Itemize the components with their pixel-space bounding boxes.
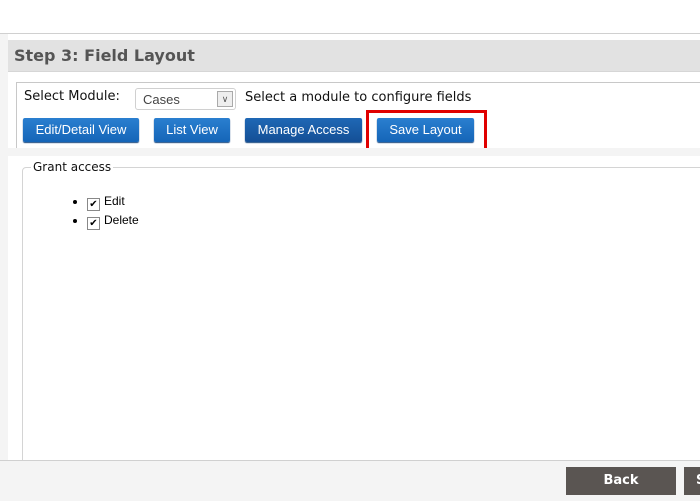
select-module-label: Select Module: (24, 89, 120, 104)
footer-bar: Back S (0, 460, 700, 501)
delete-checkbox[interactable]: ✔ (87, 217, 100, 230)
page-title: Step 3: Field Layout (14, 46, 195, 65)
step-header: Step 3: Field Layout (8, 40, 700, 72)
edit-label: Edit (104, 194, 125, 208)
module-select[interactable]: Cases ∨ (135, 88, 236, 110)
manage-access-button[interactable]: Manage Access (245, 118, 362, 142)
back-button[interactable]: Back (566, 467, 676, 495)
edit-checkbox[interactable]: ✔ (87, 198, 100, 211)
chevron-down-icon[interactable]: ∨ (217, 91, 233, 107)
side-gutter (0, 34, 8, 460)
list-item: ✔ Delete (87, 211, 139, 230)
panel-gap (8, 148, 700, 156)
grant-access-legend: Grant access (33, 160, 112, 174)
list-view-button[interactable]: List View (154, 118, 230, 142)
top-divider (0, 33, 700, 34)
access-list: ✔ Edit ✔ Delete (87, 192, 139, 230)
module-select-value: Cases (143, 92, 180, 107)
module-hint: Select a module to configure fields (245, 90, 472, 105)
edit-detail-view-button[interactable]: Edit/Detail View (23, 118, 139, 142)
delete-label: Delete (104, 213, 139, 227)
next-button[interactable]: S (684, 467, 700, 495)
highlight-box (366, 110, 487, 153)
list-item: ✔ Edit (87, 192, 139, 211)
grant-access-fieldset: Grant access ✔ Edit ✔ Delete (22, 160, 700, 462)
